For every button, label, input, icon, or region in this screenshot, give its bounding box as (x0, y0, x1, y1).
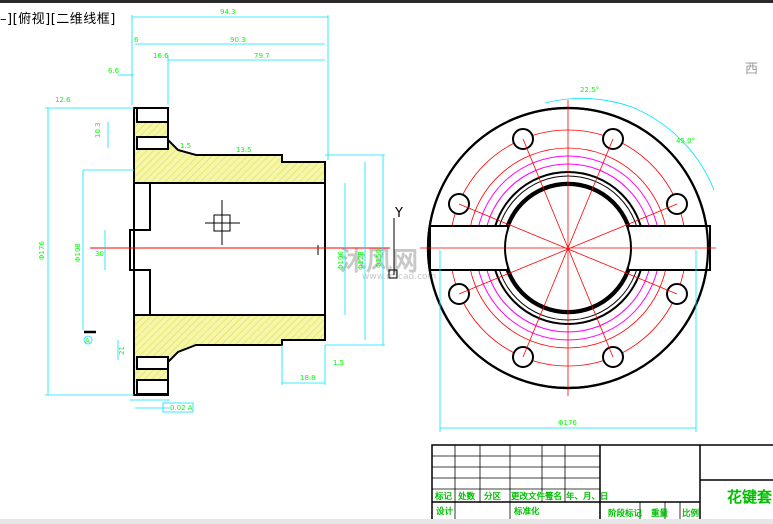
dim-right-1: Φ106 (337, 251, 345, 270)
datum-label: A (85, 337, 90, 345)
section-dim-text: 94.3 90.3 79.7 6 16.6 6.6 12.6 10.3 1.5 … (38, 8, 383, 413)
dim-left-dia: Φ108 (74, 243, 82, 262)
dim-chamfer: 1.5 (180, 142, 191, 150)
dim-angle-45: 45.0° (676, 137, 695, 145)
dim-flange-height: 10.3 (94, 122, 102, 138)
window-bottom-border (0, 519, 773, 524)
dim-left-12: 12.6 (55, 96, 71, 104)
tb-row2-standard: 标准化 (513, 506, 540, 517)
dim-step: 1.5 (333, 359, 344, 367)
tb-row1-4: 签名 (544, 491, 562, 502)
tb-row1-1: 处数 (457, 491, 476, 502)
cad-drawing-canvas[interactable]: 沐风网 www.mfcad.com 94.3 90.3 79.7 6 16.6 … (0, 0, 773, 520)
dim-angle: 22.5° (580, 86, 599, 94)
tb-weight: 重量 (651, 508, 669, 519)
section-dimensions (45, 15, 385, 409)
dim-right-2: Φ128 (357, 251, 365, 270)
gdt-tolerance: 0.02 A (170, 404, 193, 412)
dim-overall-length: 94.3 (220, 8, 236, 16)
watermark: 沐风网 www.mfcad.com (340, 247, 436, 282)
front-view (420, 100, 716, 396)
title-block (431, 444, 773, 520)
watermark-url: www.mfcad.com (362, 272, 436, 282)
tb-stage-mark: 阶段标记 (608, 508, 643, 519)
part-name: 花键套 (727, 488, 773, 506)
dim-length-3: 79.7 (254, 52, 270, 60)
ucs-y-label: Y (394, 206, 403, 221)
dim-mid-13: 13.5 (236, 146, 252, 154)
dim-outer-dia: Φ176 (38, 241, 46, 260)
dim-spline: 30 (95, 250, 104, 258)
tb-row1-2: 分区 (484, 491, 502, 502)
dim-bottom-left: 21 (118, 346, 126, 355)
dim-offset-6: 6.6 (108, 67, 120, 75)
dim-length-2: 90.3 (230, 36, 246, 44)
dim-flange-16: 16.6 (153, 52, 169, 60)
dim-bottom-18: 18.8 (300, 374, 316, 382)
section-view (129, 107, 326, 396)
tb-row1-0: 标记 (434, 491, 453, 502)
dim-bottom-dia: Φ176 (558, 419, 577, 427)
dim-right-3: Φ150 (375, 249, 383, 268)
tb-row1-5: 年、月、日 (566, 491, 609, 502)
dim-left-6: 6 (134, 36, 139, 44)
tb-scale: 比例 (682, 508, 700, 519)
tb-row2-design: 设计 (436, 506, 454, 517)
title-block-text: 标记 处数 分区 更改文件号 签名 年、月、日 设计 标准化 阶段标记 重量 比… (434, 488, 773, 519)
